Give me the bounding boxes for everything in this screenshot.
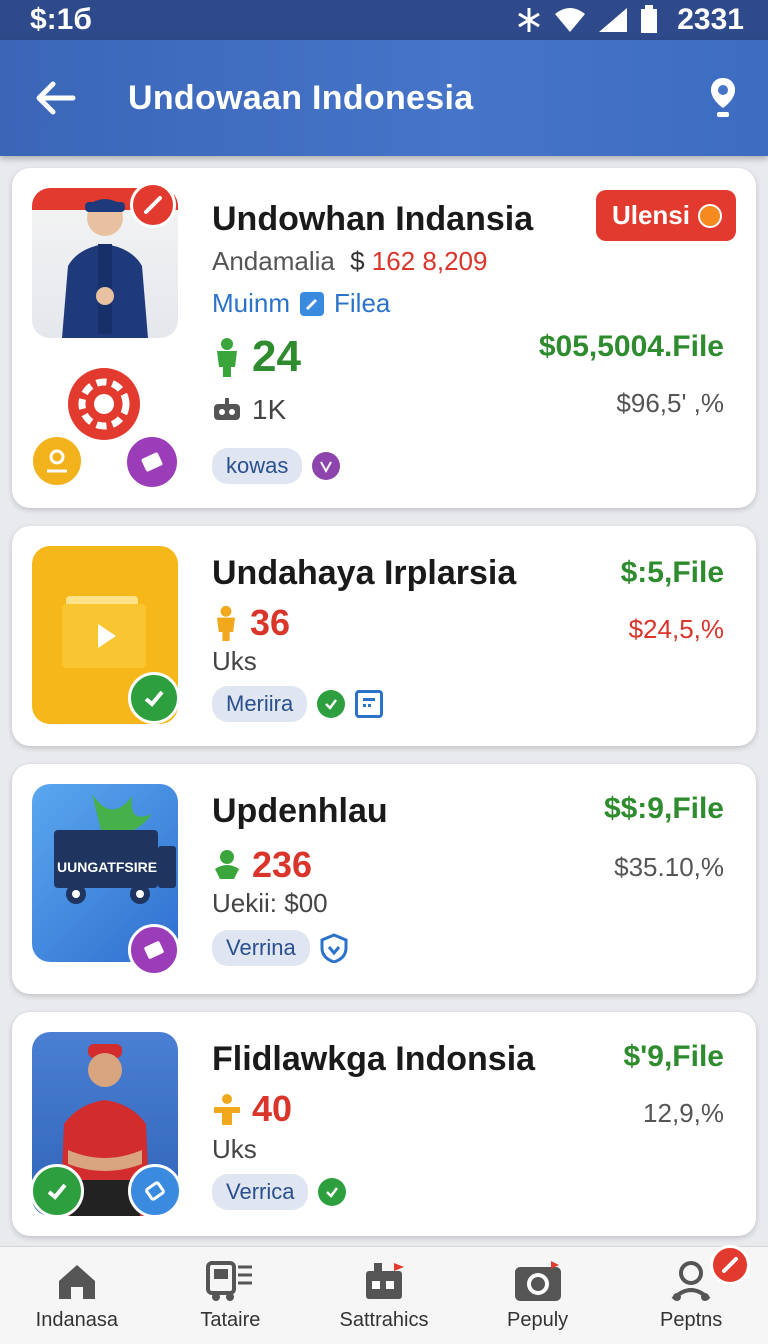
page-title: Undowaan Indonesia [128,78,474,117]
battery-icon [641,5,658,33]
stat-value: 36 [250,602,291,643]
percent-value: $35.10,% [614,852,724,882]
person-badge-icon [30,434,84,488]
link-badge-icon [130,182,176,228]
tag-row: Verrina [212,930,348,966]
stat-row: 36 [212,602,290,644]
stat-value: 24 [252,332,301,381]
nav-item-stats[interactable]: Sattrahics [309,1259,459,1332]
camera-icon [514,1261,561,1301]
tag-row: Verrica [212,1174,347,1210]
status-dot-icon [698,203,722,228]
count-row: 1K [212,394,286,426]
listing-links[interactable]: Muinm Filea [212,288,390,319]
stat-row: 236 [212,844,312,886]
meta-text: Uks [212,646,257,676]
status-right: 2331 [515,3,744,37]
store-icon [365,1263,404,1299]
bus-icon [206,1261,253,1301]
stat-value: 236 [252,844,313,885]
status-badge-label: Ulensi [611,200,690,230]
tag-row: kowas [212,448,341,484]
person-icon [215,850,239,879]
subtitle-value: 162 8,209 [371,246,488,276]
app-bar: Undowaan Indonesia [0,40,768,156]
home-icon [58,1265,95,1299]
listing-title: Updenhlau [212,792,388,830]
category-tag[interactable]: Verrica [212,1174,309,1210]
status-clock: 2331 [677,3,744,36]
edit-icon[interactable] [300,291,325,316]
price-value: $'9,File [623,1040,724,1073]
tag-badge-icon [124,434,180,490]
robot-icon [214,398,240,420]
percent-value: $96,5' ,% [616,388,724,418]
category-tag[interactable]: kowas [212,448,303,484]
person-icon [217,338,237,377]
percent-value: 12,9,% [643,1098,724,1128]
price-value: $:5,File [620,556,724,589]
nav-label: Peptns [660,1309,723,1331]
bottom-nav: Indanasa Tataire Sattrahics Pepuly Peptn… [0,1245,768,1344]
nav-label: Sattrahics [339,1309,429,1331]
nav-item-camera[interactable]: Pepuly [463,1259,613,1332]
subtitle-currency: $ [350,246,365,276]
listing-title: Flidlawkga Indonsia [212,1040,536,1078]
stat-value: 40 [252,1088,293,1129]
check-circle-icon [318,1178,347,1206]
listing-subtitle: Andamalia $ 162 8,209 [212,246,487,277]
meta-text: Uks [212,1134,257,1164]
list-item[interactable]: Flidlawkga Indonsia 40 Uks Verrica $'9,F… [12,1012,756,1236]
nav-item-transport[interactable]: Tataire [155,1259,305,1332]
check-badge-icon [30,1164,84,1218]
heart-shield-icon [312,452,341,480]
list-item[interactable]: Undahaya Irplarsia 36 Uks Meriira $:5,Fi… [12,526,756,746]
profile-icon [671,1261,711,1301]
calculator-icon [355,690,384,718]
status-time: $:1б [30,3,92,36]
nav-label: Indanasa [35,1309,118,1331]
link-left[interactable]: Muinm [212,288,290,319]
status-badge[interactable]: Ulensi [595,190,736,241]
stat-row: 40 [212,1088,292,1130]
nav-label: Tataire [200,1309,261,1331]
list-item[interactable]: Undowhan Indansia Andamalia $ 162 8,209 … [12,168,756,508]
person-icon [217,605,235,641]
nav-item-profile[interactable]: Peptns [616,1245,766,1332]
listing-title: Undahaya Irplarsia [212,554,517,592]
location-pin-icon[interactable] [706,75,740,121]
count-label: 1K [252,394,287,425]
shield-heart-icon [320,933,348,963]
link-right[interactable]: Filea [334,288,390,319]
notification-badge-icon [710,1245,751,1285]
price-value: $$:9,File [603,792,724,825]
nav-label: Pepuly [507,1309,569,1331]
thumbnail-text: UUNGATFSIRE [57,859,157,875]
status-bar: $:1б 2331 [0,0,768,40]
status-icons [515,5,659,35]
tag-badge-icon [128,924,180,976]
tag-row: Meriira [212,686,384,722]
stat-row: 24 [212,332,301,382]
list-item[interactable]: UUNGATFSIRE Updenhlau 236 Uekii: $00 Ver… [12,764,756,994]
link-badge-icon [128,1164,182,1218]
nav-item-home[interactable]: Indanasa [2,1259,152,1332]
cell-icon [599,8,628,32]
price-value: $05,5004.File [538,330,724,363]
subtitle-label: Andamalia [212,246,335,276]
signal-icon [518,8,541,32]
listing-title: Undowhan Indansia [212,200,534,238]
category-tag[interactable]: Verrina [212,930,310,966]
wifi-icon [555,8,586,32]
check-circle-icon [317,690,346,718]
category-tag[interactable]: Meriira [212,686,308,722]
verified-badge-icon [128,672,180,724]
person-icon [214,1094,240,1125]
meta-text: Uekii: $00 [212,888,328,918]
back-arrow-icon[interactable] [32,75,78,121]
lifebuoy-icon [68,368,140,440]
percent-value: $24,5,% [628,614,724,644]
